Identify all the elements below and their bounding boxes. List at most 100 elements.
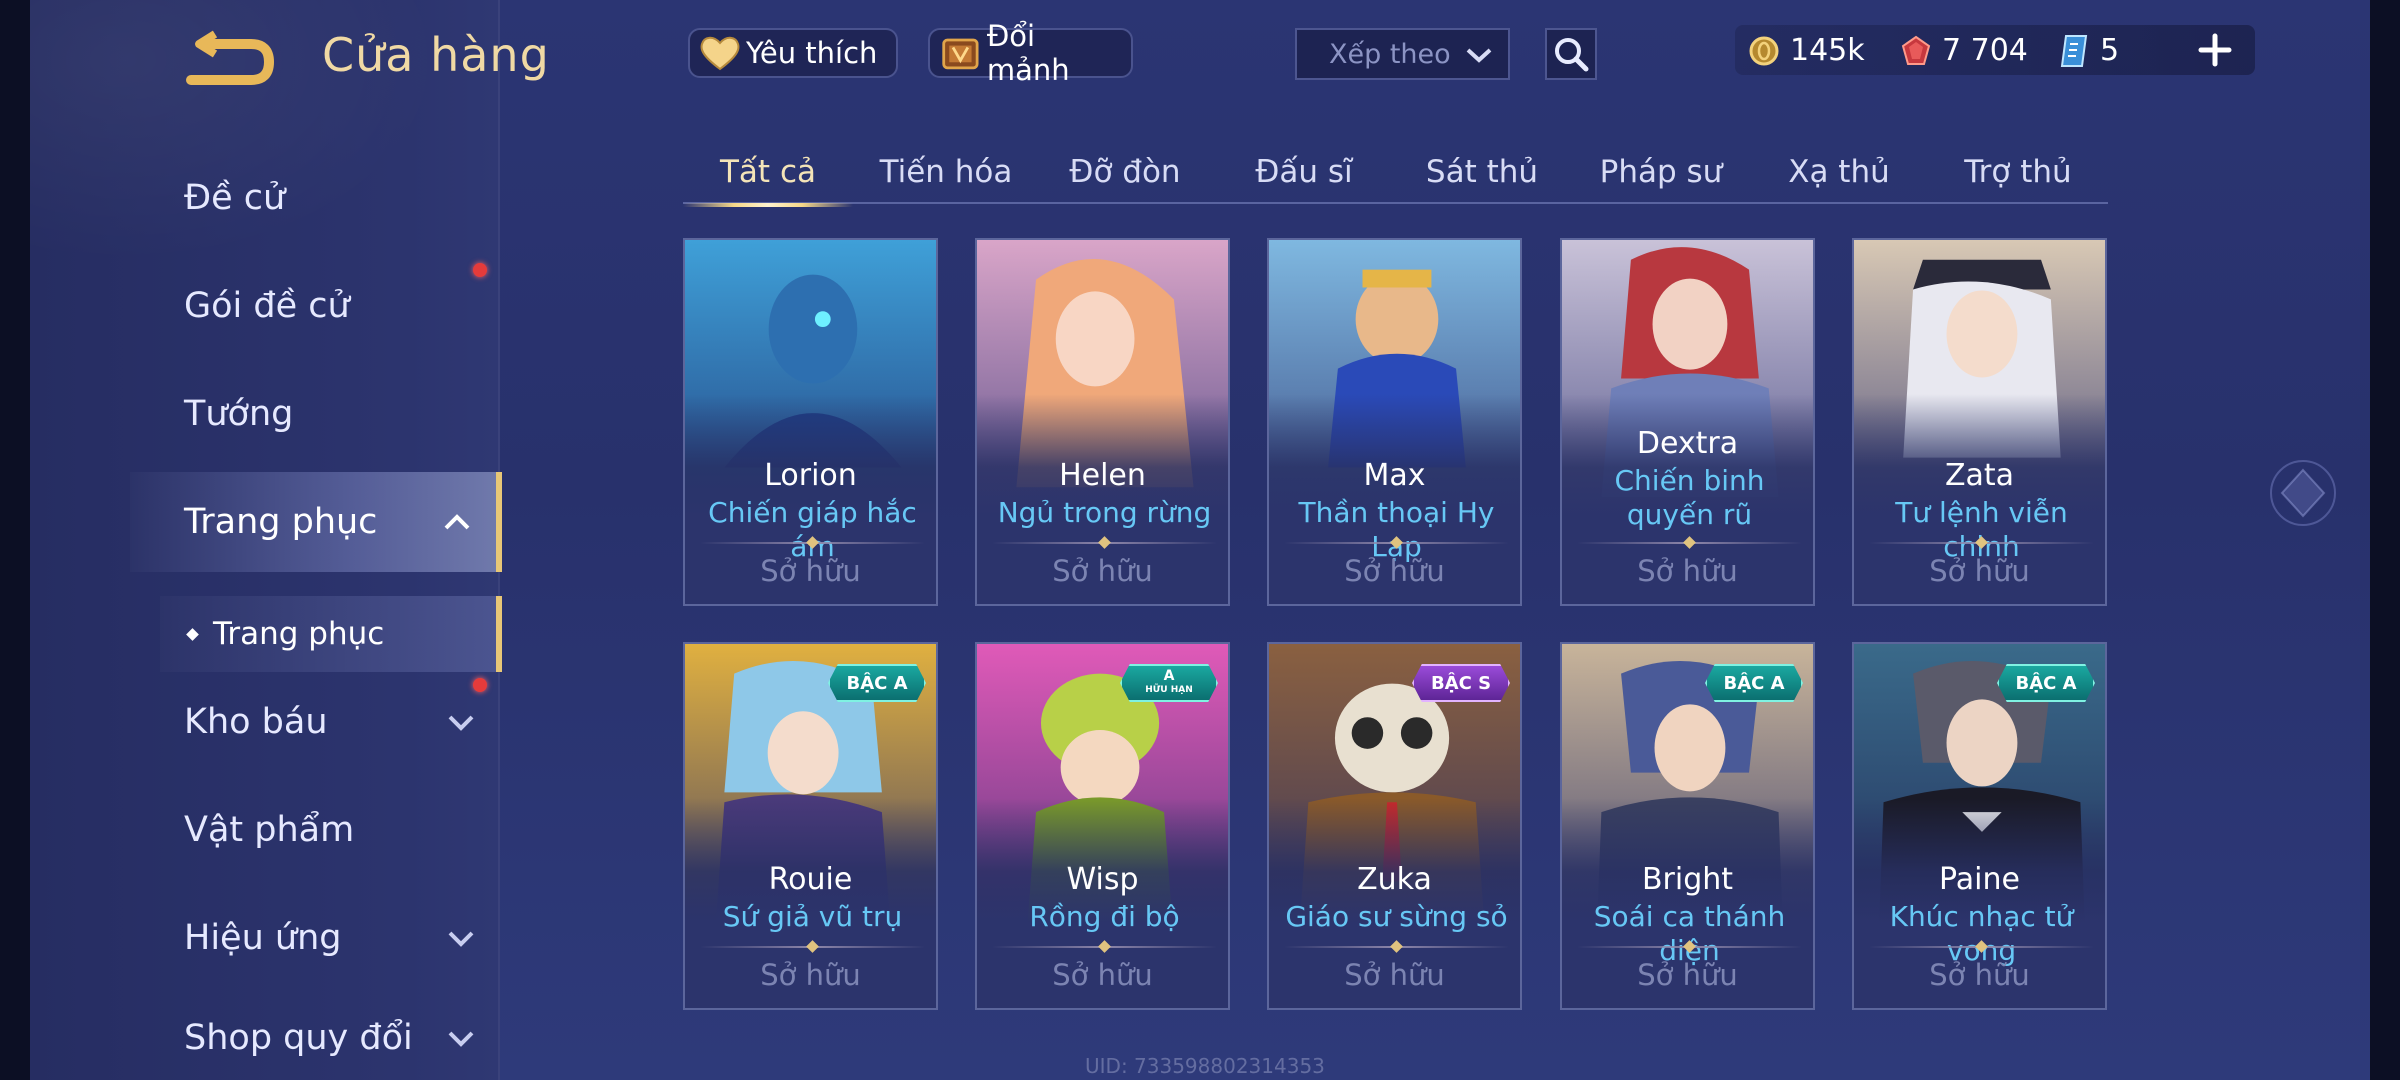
- add-currency-button[interactable]: [2195, 30, 2235, 70]
- sidebar-item-label: Tướng: [184, 394, 294, 434]
- back-button[interactable]: [185, 30, 275, 90]
- chevron-up-icon: [444, 514, 470, 530]
- notification-dot: [473, 263, 487, 277]
- skin-card-rouie[interactable]: BẬC A Rouie Sứ giả vũ trụ Sở hữu: [683, 642, 938, 1010]
- skin-card-zata[interactable]: Zata Tư lệnh viễn chinh Sở hữu: [1852, 238, 2107, 606]
- tab-evolution[interactable]: Tiến hóa: [861, 140, 1031, 204]
- voucher-amount: 5: [2100, 33, 2120, 68]
- tab-support[interactable]: Trợ thủ: [1933, 140, 2103, 204]
- tab-fighter[interactable]: Đấu sĩ: [1219, 140, 1389, 204]
- tier-sublabel: HỮU HẠN: [1145, 685, 1193, 695]
- sidebar-item-heroes[interactable]: Tướng: [30, 364, 500, 464]
- skin-card-dextra[interactable]: Dextra Chiến binh quyến rũ Sở hữu: [1560, 238, 1815, 606]
- gold-amount: 145k: [1790, 33, 1865, 68]
- skin-card-wisp[interactable]: A HỮU HẠN Wisp Rồng đi bộ Sở hữu: [975, 642, 1230, 1010]
- tab-label: Đấu sĩ: [1255, 154, 1353, 190]
- hero-name: Lorion: [764, 458, 857, 493]
- ownership-status: Sở hữu: [760, 554, 861, 588]
- tab-label: Tất cả: [720, 154, 816, 190]
- right-letterbox: [2370, 0, 2400, 1080]
- favorite-label: Yêu thích: [746, 36, 878, 70]
- sidebar-item-treasure[interactable]: Kho báu: [30, 672, 500, 772]
- ownership-status: Sở hữu: [1637, 958, 1738, 992]
- sidebar-item-skins[interactable]: Trang phục: [130, 472, 502, 572]
- tier-badge: A HỮU HẠN: [1120, 664, 1218, 702]
- hero-name: Bright: [1641, 862, 1734, 897]
- tab-assassin[interactable]: Sát thủ: [1397, 140, 1567, 204]
- left-letterbox: [0, 0, 30, 1080]
- search-button[interactable]: [1545, 28, 1597, 80]
- hero-name: Helen: [1059, 458, 1146, 493]
- tab-label: Xạ thủ: [1788, 154, 1890, 190]
- gold-balance: 145k: [1748, 33, 1865, 68]
- sidebar-item-label: Trang phục: [184, 502, 378, 542]
- skin-name: Sứ giả vũ trụ: [722, 900, 903, 933]
- sidebar-item-recommended[interactable]: Đề cử: [30, 148, 500, 248]
- ownership-status: Sở hữu: [1344, 554, 1445, 588]
- shard-chest-icon: [942, 38, 979, 70]
- skin-name: Giáo sư sừng sỏ: [1285, 900, 1508, 933]
- search-icon: [1555, 38, 1589, 72]
- floating-assist-icon[interactable]: [2268, 458, 2338, 528]
- skin-card-zuka[interactable]: BẬC S Zuka Giáo sư sừng sỏ Sở hữu: [1267, 642, 1522, 1010]
- sidebar-item-label: Đề cử: [184, 178, 286, 218]
- ownership-status: Sở hữu: [1929, 958, 2030, 992]
- tier-badge: BẬC A: [1705, 664, 1803, 702]
- sidebar-item-items[interactable]: Vật phẩm: [30, 780, 500, 880]
- hero-name: Dextra: [1636, 426, 1739, 461]
- sidebar-item-exchange-shop[interactable]: Shop quy đổi: [30, 996, 500, 1080]
- chevron-down-icon: [448, 1031, 474, 1047]
- tab-marksman[interactable]: Xạ thủ: [1754, 140, 1924, 204]
- sort-dropdown[interactable]: Xếp theo: [1295, 28, 1510, 80]
- tab-label: Trợ thủ: [1964, 154, 2072, 190]
- ruby-gem-icon: [1901, 35, 1931, 65]
- sidebar-item-label: Vật phẩm: [184, 810, 355, 850]
- tab-label: Pháp sư: [1599, 154, 1723, 190]
- voucher-balance: 5: [2058, 33, 2119, 68]
- notification-dot: [473, 678, 487, 692]
- hero-name: Zata: [1944, 458, 2015, 493]
- tab-label: Sát thủ: [1425, 154, 1539, 190]
- ruby-amount: 7 704: [1942, 33, 2028, 68]
- exchange-shards-button[interactable]: Đổi mảnh: [928, 19, 1133, 87]
- chevron-down-icon: [448, 715, 474, 731]
- plus-icon: [2198, 33, 2232, 67]
- favorite-button[interactable]: Yêu thích: [688, 28, 898, 78]
- user-id-watermark: UID: 733598802314353: [1085, 1054, 1325, 1078]
- sidebar-item-recommended-bundles[interactable]: Gói đề cử: [30, 256, 500, 356]
- heart-icon: [700, 36, 740, 71]
- skin-card-max[interactable]: Max Thần thoại Hy Lạp Sở hữu: [1267, 238, 1522, 606]
- skin-name: Ngủ trong rừng: [997, 496, 1212, 529]
- ownership-status: Sở hữu: [1344, 958, 1445, 992]
- hero-name: Rouie: [768, 862, 853, 897]
- skin-name: Chiến binh quyến rũ: [1614, 464, 1765, 531]
- skin-card-lorion[interactable]: Lorion Chiến giáp hắc ám Sở hữu: [683, 238, 938, 606]
- sidebar-subitem-skins[interactable]: Trang phục: [160, 596, 502, 672]
- ruby-balance: 7 704: [1900, 33, 2028, 68]
- hero-name: Paine: [1939, 862, 2020, 897]
- sidebar-item-label: Shop quy đổi: [184, 1018, 413, 1058]
- page-title: Cửa hàng: [322, 28, 550, 82]
- hero-name: Zuka: [1357, 862, 1432, 897]
- skin-card-bright[interactable]: BẬC A Bright Soái ca thánh diện Sở hữu: [1560, 642, 1815, 1010]
- sidebar-item-label: Gói đề cử: [184, 286, 350, 326]
- tab-all[interactable]: Tất cả: [683, 140, 853, 207]
- sidebar-subitem-label: Trang phục: [213, 616, 385, 652]
- skin-card-paine[interactable]: BẬC A Paine Khúc nhạc tử vong Sở hữu: [1852, 642, 2107, 1010]
- tab-tank[interactable]: Đỡ đòn: [1040, 140, 1210, 204]
- tab-mage[interactable]: Pháp sư: [1576, 140, 1746, 204]
- chevron-down-icon: [1466, 48, 1492, 63]
- active-tab-indicator: [683, 203, 853, 207]
- sort-placeholder: Xếp theo: [1329, 38, 1451, 70]
- skin-card-helen[interactable]: Helen Ngủ trong rừng Sở hữu: [975, 238, 1230, 606]
- hero-name: Wisp: [1066, 862, 1139, 897]
- tier-letter: A: [1163, 668, 1175, 684]
- ownership-status: Sở hữu: [1052, 958, 1153, 992]
- sidebar-item-label: Kho báu: [184, 702, 328, 742]
- sidebar-item-effects[interactable]: Hiệu ứng: [30, 888, 500, 988]
- skin-name: Rồng đi bộ: [1029, 900, 1180, 933]
- voucher-ticket-icon: [2060, 34, 2088, 67]
- bullet-icon: [186, 627, 199, 641]
- hero-name: Max: [1363, 458, 1426, 493]
- exchange-label: Đổi mảnh: [986, 19, 1070, 87]
